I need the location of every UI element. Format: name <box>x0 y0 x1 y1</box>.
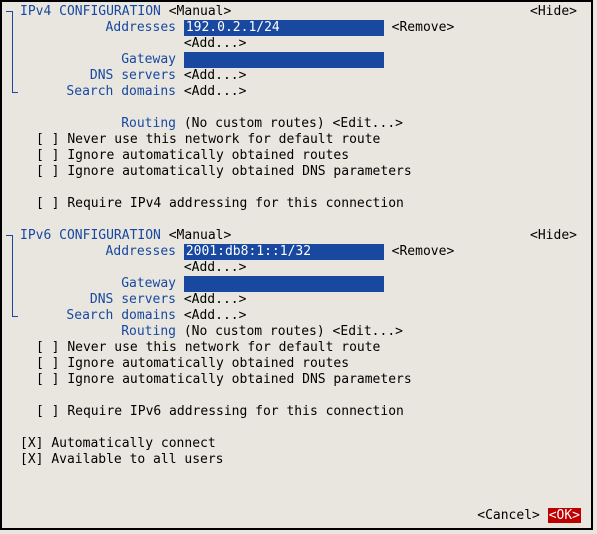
ipv4-address-input[interactable]: 192.0.2.1/24 <box>184 20 384 36</box>
tree-vert <box>12 11 13 93</box>
checkbox-icon: [ ] <box>36 340 59 355</box>
all-users-check[interactable]: [X] Available to all users <box>6 452 587 468</box>
ipv6-header-row: IPv6 CONFIGURATION <Manual> <Hide> <box>6 228 587 244</box>
ipv6-dns-row: DNS servers <Add...> <box>6 292 587 308</box>
search-label: Search domains <box>6 308 176 324</box>
ipv4-title: IPv4 CONFIGURATION <box>20 4 161 19</box>
ok-button[interactable]: <OK> <box>548 508 581 523</box>
ipv4-check-2[interactable]: [ ] Ignore automatically obtained DNS pa… <box>6 164 587 180</box>
ipv4-search-row: Search domains <Add...> <box>6 84 587 100</box>
cancel-button[interactable]: <Cancel> <box>477 508 540 523</box>
ipv6-check-1[interactable]: [ ] Ignore automatically obtained routes <box>6 356 587 372</box>
ipv6-search-add[interactable]: <Add...> <box>184 308 247 323</box>
addresses-label: Addresses <box>6 244 176 260</box>
ipv6-title: IPv6 CONFIGURATION <box>20 228 161 243</box>
checkbox-icon: [ ] <box>36 148 59 163</box>
nmtui-frame: IPv4 CONFIGURATION <Manual> <Hide> Addre… <box>0 0 593 530</box>
ipv6-address-input[interactable]: 2001:db8:1::1/32 <box>184 244 384 260</box>
ipv4-mode-select[interactable]: Manual <box>177 4 224 19</box>
dns-label: DNS servers <box>6 292 176 308</box>
ipv6-require[interactable]: [ ] Require IPv6 addressing for this con… <box>6 404 587 420</box>
checkbox-icon: [ ] <box>36 132 59 147</box>
tree-vert <box>12 235 13 317</box>
checkbox-icon: [ ] <box>36 196 59 211</box>
routing-label: Routing <box>6 116 176 132</box>
ipv6-hide[interactable]: <Hide> <box>530 228 577 244</box>
checkbox-checked-icon: [X] <box>20 436 43 451</box>
ipv6-search-row: Search domains <Add...> <box>6 308 587 324</box>
ipv4-address-remove[interactable]: <Remove> <box>392 20 455 35</box>
auto-connect-check[interactable]: [X] Automatically connect <box>6 436 587 452</box>
ipv6-gateway-row: Gateway <box>6 276 587 292</box>
ipv4-dns-row: DNS servers <Add...> <box>6 68 587 84</box>
ipv6-routing-text: (No custom routes) <box>184 324 325 339</box>
ipv6-routing-row: Routing (No custom routes) <Edit...> <box>6 324 587 340</box>
checkbox-icon: [ ] <box>36 372 59 387</box>
ipv6-check-0[interactable]: [ ] Never use this network for default r… <box>6 340 587 356</box>
dns-label: DNS servers <box>6 68 176 84</box>
ipv4-search-add[interactable]: <Add...> <box>184 84 247 99</box>
tree-end <box>12 92 18 93</box>
ipv4-routing-text: (No custom routes) <box>184 116 325 131</box>
ipv6-address-row: Addresses 2001:db8:1::1/32 <Remove> <box>6 244 587 260</box>
ipv4-gateway-row: Gateway <box>6 52 587 68</box>
ipv6-mode-select[interactable]: Manual <box>177 228 224 243</box>
gateway-label: Gateway <box>6 52 176 68</box>
routing-label: Routing <box>6 324 176 340</box>
ipv4-address-row: Addresses 192.0.2.1/24 <Remove> <box>6 20 587 36</box>
ipv4-header-row: IPv4 CONFIGURATION <Manual> <Hide> <box>6 4 587 20</box>
ipv6-address-add-row: <Add...> <box>6 260 587 276</box>
bracket: < <box>169 4 177 19</box>
ipv4-address-add-row: <Add...> <box>6 36 587 52</box>
ipv4-routing-row: Routing (No custom routes) <Edit...> <box>6 116 587 132</box>
search-label: Search domains <box>6 84 176 100</box>
ipv4-hide[interactable]: <Hide> <box>530 4 577 20</box>
addresses-label: Addresses <box>6 20 176 36</box>
ipv6-address-remove[interactable]: <Remove> <box>392 244 455 259</box>
footer-buttons: <Cancel> <OK> <box>477 508 581 524</box>
gateway-label: Gateway <box>6 276 176 292</box>
checkbox-icon: [ ] <box>36 404 59 419</box>
ipv4-check-1[interactable]: [ ] Ignore automatically obtained routes <box>6 148 587 164</box>
ipv4-dns-add[interactable]: <Add...> <box>184 68 247 83</box>
ipv4-require[interactable]: [ ] Require IPv4 addressing for this con… <box>6 196 587 212</box>
ipv6-routing-edit[interactable]: <Edit...> <box>333 324 403 339</box>
ipv6-gateway-input[interactable] <box>184 276 384 292</box>
ipv6-check-2[interactable]: [ ] Ignore automatically obtained DNS pa… <box>6 372 587 388</box>
checkbox-checked-icon: [X] <box>20 452 43 467</box>
ipv6-dns-add[interactable]: <Add...> <box>184 292 247 307</box>
ipv4-gateway-input[interactable] <box>184 52 384 68</box>
checkbox-icon: [ ] <box>36 164 59 179</box>
ipv4-check-0[interactable]: [ ] Never use this network for default r… <box>6 132 587 148</box>
ipv4-address-add[interactable]: <Add...> <box>184 36 247 51</box>
tree-end <box>12 316 18 317</box>
ipv4-routing-edit[interactable]: <Edit...> <box>333 116 403 131</box>
ipv6-address-add[interactable]: <Add...> <box>184 260 247 275</box>
checkbox-icon: [ ] <box>36 356 59 371</box>
